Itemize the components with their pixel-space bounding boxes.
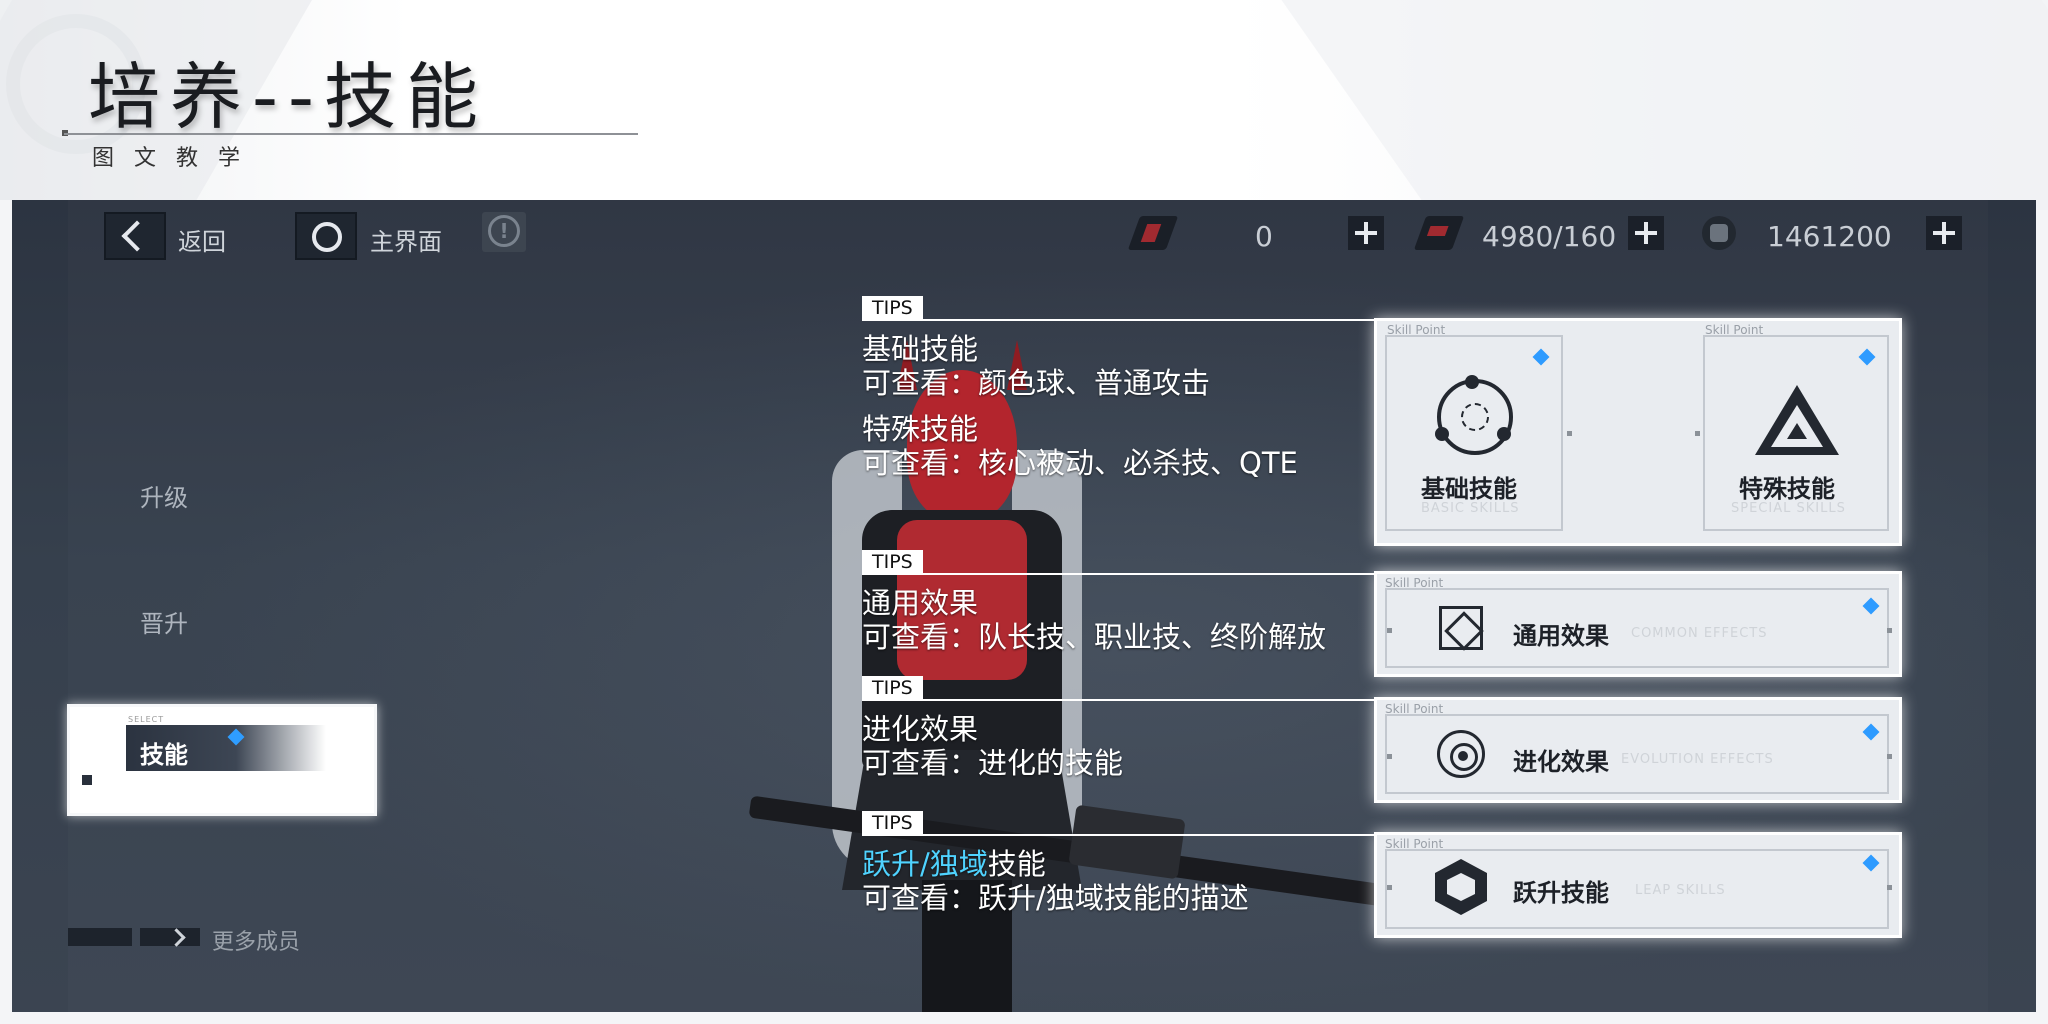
circle-icon bbox=[312, 222, 342, 252]
top-bar: 返回 主界面 ! 0 4980/160 1461200 bbox=[12, 200, 2036, 270]
tips-badge: TIPS bbox=[862, 550, 923, 574]
separator-dot bbox=[1387, 885, 1392, 890]
tip-rule bbox=[862, 319, 1390, 321]
card-title: 基础技能 bbox=[1421, 475, 1517, 503]
back-label[interactable]: 返回 bbox=[178, 222, 226, 257]
chevron-left-icon bbox=[121, 220, 153, 252]
tip-text: 可查看：进化的技能 bbox=[862, 746, 1124, 780]
card-frame[interactable]: Skill Point 特殊技能 SPECIAL SKILLS bbox=[1703, 323, 1889, 531]
slide-subtitle: 图文教学 bbox=[92, 146, 261, 171]
tips-badge: TIPS bbox=[862, 296, 923, 320]
tip-rule bbox=[862, 699, 1390, 701]
key-hint bbox=[68, 928, 132, 946]
resource-value: 4980/160 bbox=[1482, 220, 1617, 253]
indicator-dot bbox=[82, 775, 92, 785]
tip-rule bbox=[862, 573, 1390, 575]
add-resource-button[interactable] bbox=[1628, 216, 1664, 250]
tip-text: 可查看：核心被动、必杀技、QTE bbox=[862, 446, 1298, 480]
separator-dot bbox=[1887, 628, 1892, 633]
separator-dot bbox=[1695, 431, 1700, 436]
basic-skill-node bbox=[1435, 427, 1449, 441]
game-screenshot: 返回 主界面 ! 0 4980/160 1461200 升级 晋升 SELECT… bbox=[12, 200, 2036, 1012]
stamina-item-icon bbox=[1127, 216, 1179, 250]
more-members-label: 更多成员 bbox=[212, 930, 301, 955]
chevron-right-icon bbox=[140, 928, 200, 946]
card-subtitle: EVOLUTION EFFECTS bbox=[1621, 752, 1774, 767]
separator-dot bbox=[1887, 754, 1892, 759]
select-tag: SELECT bbox=[128, 715, 165, 724]
coin-icon bbox=[1702, 216, 1736, 250]
card-subtitle: LEAP SKILLS bbox=[1635, 883, 1726, 898]
add-resource-button[interactable] bbox=[1926, 216, 1962, 250]
menu-item-promotion[interactable]: 晋升 bbox=[140, 604, 188, 639]
alert-button[interactable]: ! bbox=[482, 212, 526, 252]
card-title: 通用效果 bbox=[1513, 622, 1609, 650]
card-subtitle: BASIC SKILLS bbox=[1421, 501, 1520, 516]
card-subtitle: COMMON EFFECTS bbox=[1631, 626, 1768, 641]
skill-card-leap[interactable]: Skill Point 跃升技能 LEAP SKILLS bbox=[1374, 832, 1902, 938]
title-rule bbox=[64, 133, 638, 135]
add-resource-button[interactable] bbox=[1348, 216, 1384, 250]
skill-point-label: Skill Point bbox=[1705, 323, 1764, 337]
card-title: 进化效果 bbox=[1513, 748, 1609, 776]
tip-rule bbox=[862, 834, 1390, 836]
menu-item-label: 技能 bbox=[140, 741, 188, 769]
special-skill-icon bbox=[1755, 385, 1839, 455]
basic-skill-inner-ring bbox=[1461, 403, 1489, 431]
skill-point-label: Skill Point bbox=[1387, 323, 1446, 337]
basic-skill-node bbox=[1497, 427, 1511, 441]
slide-title: 培养--技能 bbox=[88, 55, 488, 139]
diamond-icon bbox=[1532, 348, 1550, 366]
exclamation-icon: ! bbox=[488, 215, 520, 247]
home-button[interactable] bbox=[295, 212, 357, 260]
separator-dot bbox=[1387, 628, 1392, 633]
basic-skill-icon bbox=[1435, 375, 1513, 455]
skill-card-evolution[interactable]: Skill Point 进化效果 EVOLUTION EFFECTS bbox=[1374, 697, 1902, 803]
separator-dot bbox=[1387, 754, 1392, 759]
home-label[interactable]: 主界面 bbox=[370, 222, 442, 257]
diamond-icon bbox=[1858, 348, 1876, 366]
card-title: 跃升技能 bbox=[1513, 879, 1609, 907]
tip-text: 可查看：颜色球、普通攻击 bbox=[862, 366, 1211, 400]
separator-dot bbox=[1567, 431, 1572, 436]
evolution-effects-icon bbox=[1437, 730, 1485, 778]
skill-card-basic-special: Skill Point 基础技能 BASIC SKILLS Skill Poin… bbox=[1374, 318, 1902, 546]
selected-tab: 技能 bbox=[126, 725, 326, 771]
common-effects-icon bbox=[1439, 606, 1483, 650]
menu-item-upgrade[interactable]: 升级 bbox=[140, 478, 188, 513]
special-skill-icon-core bbox=[1787, 423, 1807, 439]
resource-value: 0 bbox=[1255, 220, 1273, 253]
menu-item-skills-selected[interactable]: SELECT 技能 bbox=[67, 704, 377, 816]
basic-skill-node bbox=[1465, 375, 1479, 389]
card-subtitle: SPECIAL SKILLS bbox=[1731, 501, 1846, 516]
tip-text: 可查看：队长技、职业技、终阶解放 bbox=[862, 620, 1327, 654]
energy-item-icon bbox=[1413, 216, 1465, 250]
card-title: 特殊技能 bbox=[1739, 475, 1835, 503]
tip-text: 可查看：跃升/独域技能的描述 bbox=[862, 881, 1249, 915]
resource-value: 1461200 bbox=[1767, 220, 1892, 253]
back-button[interactable] bbox=[104, 212, 166, 260]
separator-dot bbox=[1887, 885, 1892, 890]
tips-badge: TIPS bbox=[862, 676, 923, 700]
tips-badge: TIPS bbox=[862, 811, 923, 835]
skill-card-common[interactable]: Skill Point 通用效果 COMMON EFFECTS bbox=[1374, 571, 1902, 677]
card-frame[interactable]: Skill Point 基础技能 BASIC SKILLS bbox=[1385, 323, 1563, 531]
